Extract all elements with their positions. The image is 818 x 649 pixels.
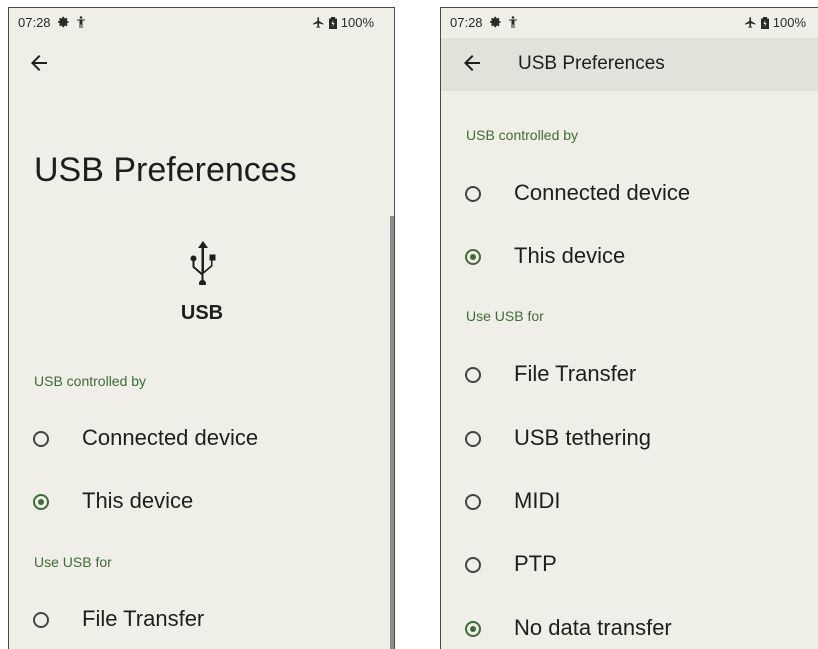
battery-percent: 100%	[340, 15, 374, 30]
option-no-data-transfer[interactable]: No data transfer	[441, 615, 818, 649]
option-ptp[interactable]: PTP	[441, 551, 818, 607]
option-usb-tethering[interactable]: USB tethering	[441, 425, 818, 481]
option-label: This device	[514, 243, 626, 268]
gear-icon	[58, 16, 70, 31]
radio-button[interactable]	[465, 367, 481, 383]
person-icon	[508, 16, 518, 31]
section-header-use-usb-for: Use USB for	[466, 308, 544, 324]
status-indicators: 100%	[312, 15, 374, 30]
status-indicators: 100%	[744, 15, 806, 30]
option-connected-device[interactable]: Connected device	[441, 180, 818, 236]
section-header-controlled-by: USB controlled by	[34, 373, 147, 389]
section-header-controlled-by: USB controlled by	[466, 127, 579, 143]
radio-button-checked[interactable]	[465, 621, 481, 637]
toolbar-title: USB Preferences	[518, 53, 665, 74]
option-label: USB tethering	[514, 425, 651, 450]
option-label: File Transfer	[514, 361, 637, 386]
status-bar: 07:28 100%	[9, 8, 394, 38]
usb-icon	[190, 241, 216, 285]
toolbar: USB Preferences	[441, 38, 818, 91]
option-midi[interactable]: MIDI	[441, 488, 818, 544]
radio-button-checked[interactable]	[465, 249, 481, 265]
section-header-use-usb-for: Use USB for	[34, 554, 112, 570]
toolbar	[9, 38, 394, 90]
option-label: This device	[82, 488, 194, 513]
option-label: MIDI	[514, 488, 561, 513]
option-file-transfer[interactable]: File Transfer	[441, 361, 818, 417]
airplane-icon	[312, 17, 324, 28]
option-this-device[interactable]: This device	[441, 243, 818, 299]
usb-label: USB	[180, 302, 224, 324]
option-label: PTP	[514, 551, 557, 576]
option-connected-device[interactable]: Connected device	[9, 425, 394, 481]
option-label: No data transfer	[514, 615, 672, 640]
back-arrow-icon[interactable]	[460, 51, 484, 75]
option-label: Connected device	[82, 425, 259, 450]
battery-icon	[760, 16, 769, 29]
radio-button[interactable]	[465, 431, 481, 447]
back-arrow-icon[interactable]	[27, 51, 51, 75]
radio-button[interactable]	[465, 557, 481, 573]
radio-button[interactable]	[465, 186, 481, 202]
radio-button[interactable]	[465, 494, 481, 510]
status-bar: 07:28 100%	[441, 8, 818, 38]
radio-button-checked[interactable]	[33, 494, 49, 510]
scrollbar[interactable]	[390, 216, 394, 649]
option-this-device[interactable]: This device	[9, 488, 394, 544]
option-label: File Transfer	[82, 606, 205, 631]
option-label: Connected device	[514, 180, 691, 205]
gear-icon	[490, 16, 502, 31]
person-icon	[76, 16, 86, 31]
battery-percent: 100%	[772, 15, 806, 30]
option-file-transfer[interactable]: File Transfer	[9, 606, 394, 649]
status-time: 07:28	[450, 15, 483, 30]
airplane-icon	[744, 17, 756, 28]
left-screen: 07:28 100% USB Preferences USB USB contr…	[8, 7, 395, 649]
radio-button[interactable]	[33, 431, 49, 447]
status-time: 07:28	[18, 15, 51, 30]
right-screen: 07:28 100% USB Preferences USB controlle…	[440, 7, 818, 649]
radio-button[interactable]	[33, 612, 49, 628]
page-title: USB Preferences	[34, 151, 297, 189]
battery-icon	[328, 16, 337, 29]
